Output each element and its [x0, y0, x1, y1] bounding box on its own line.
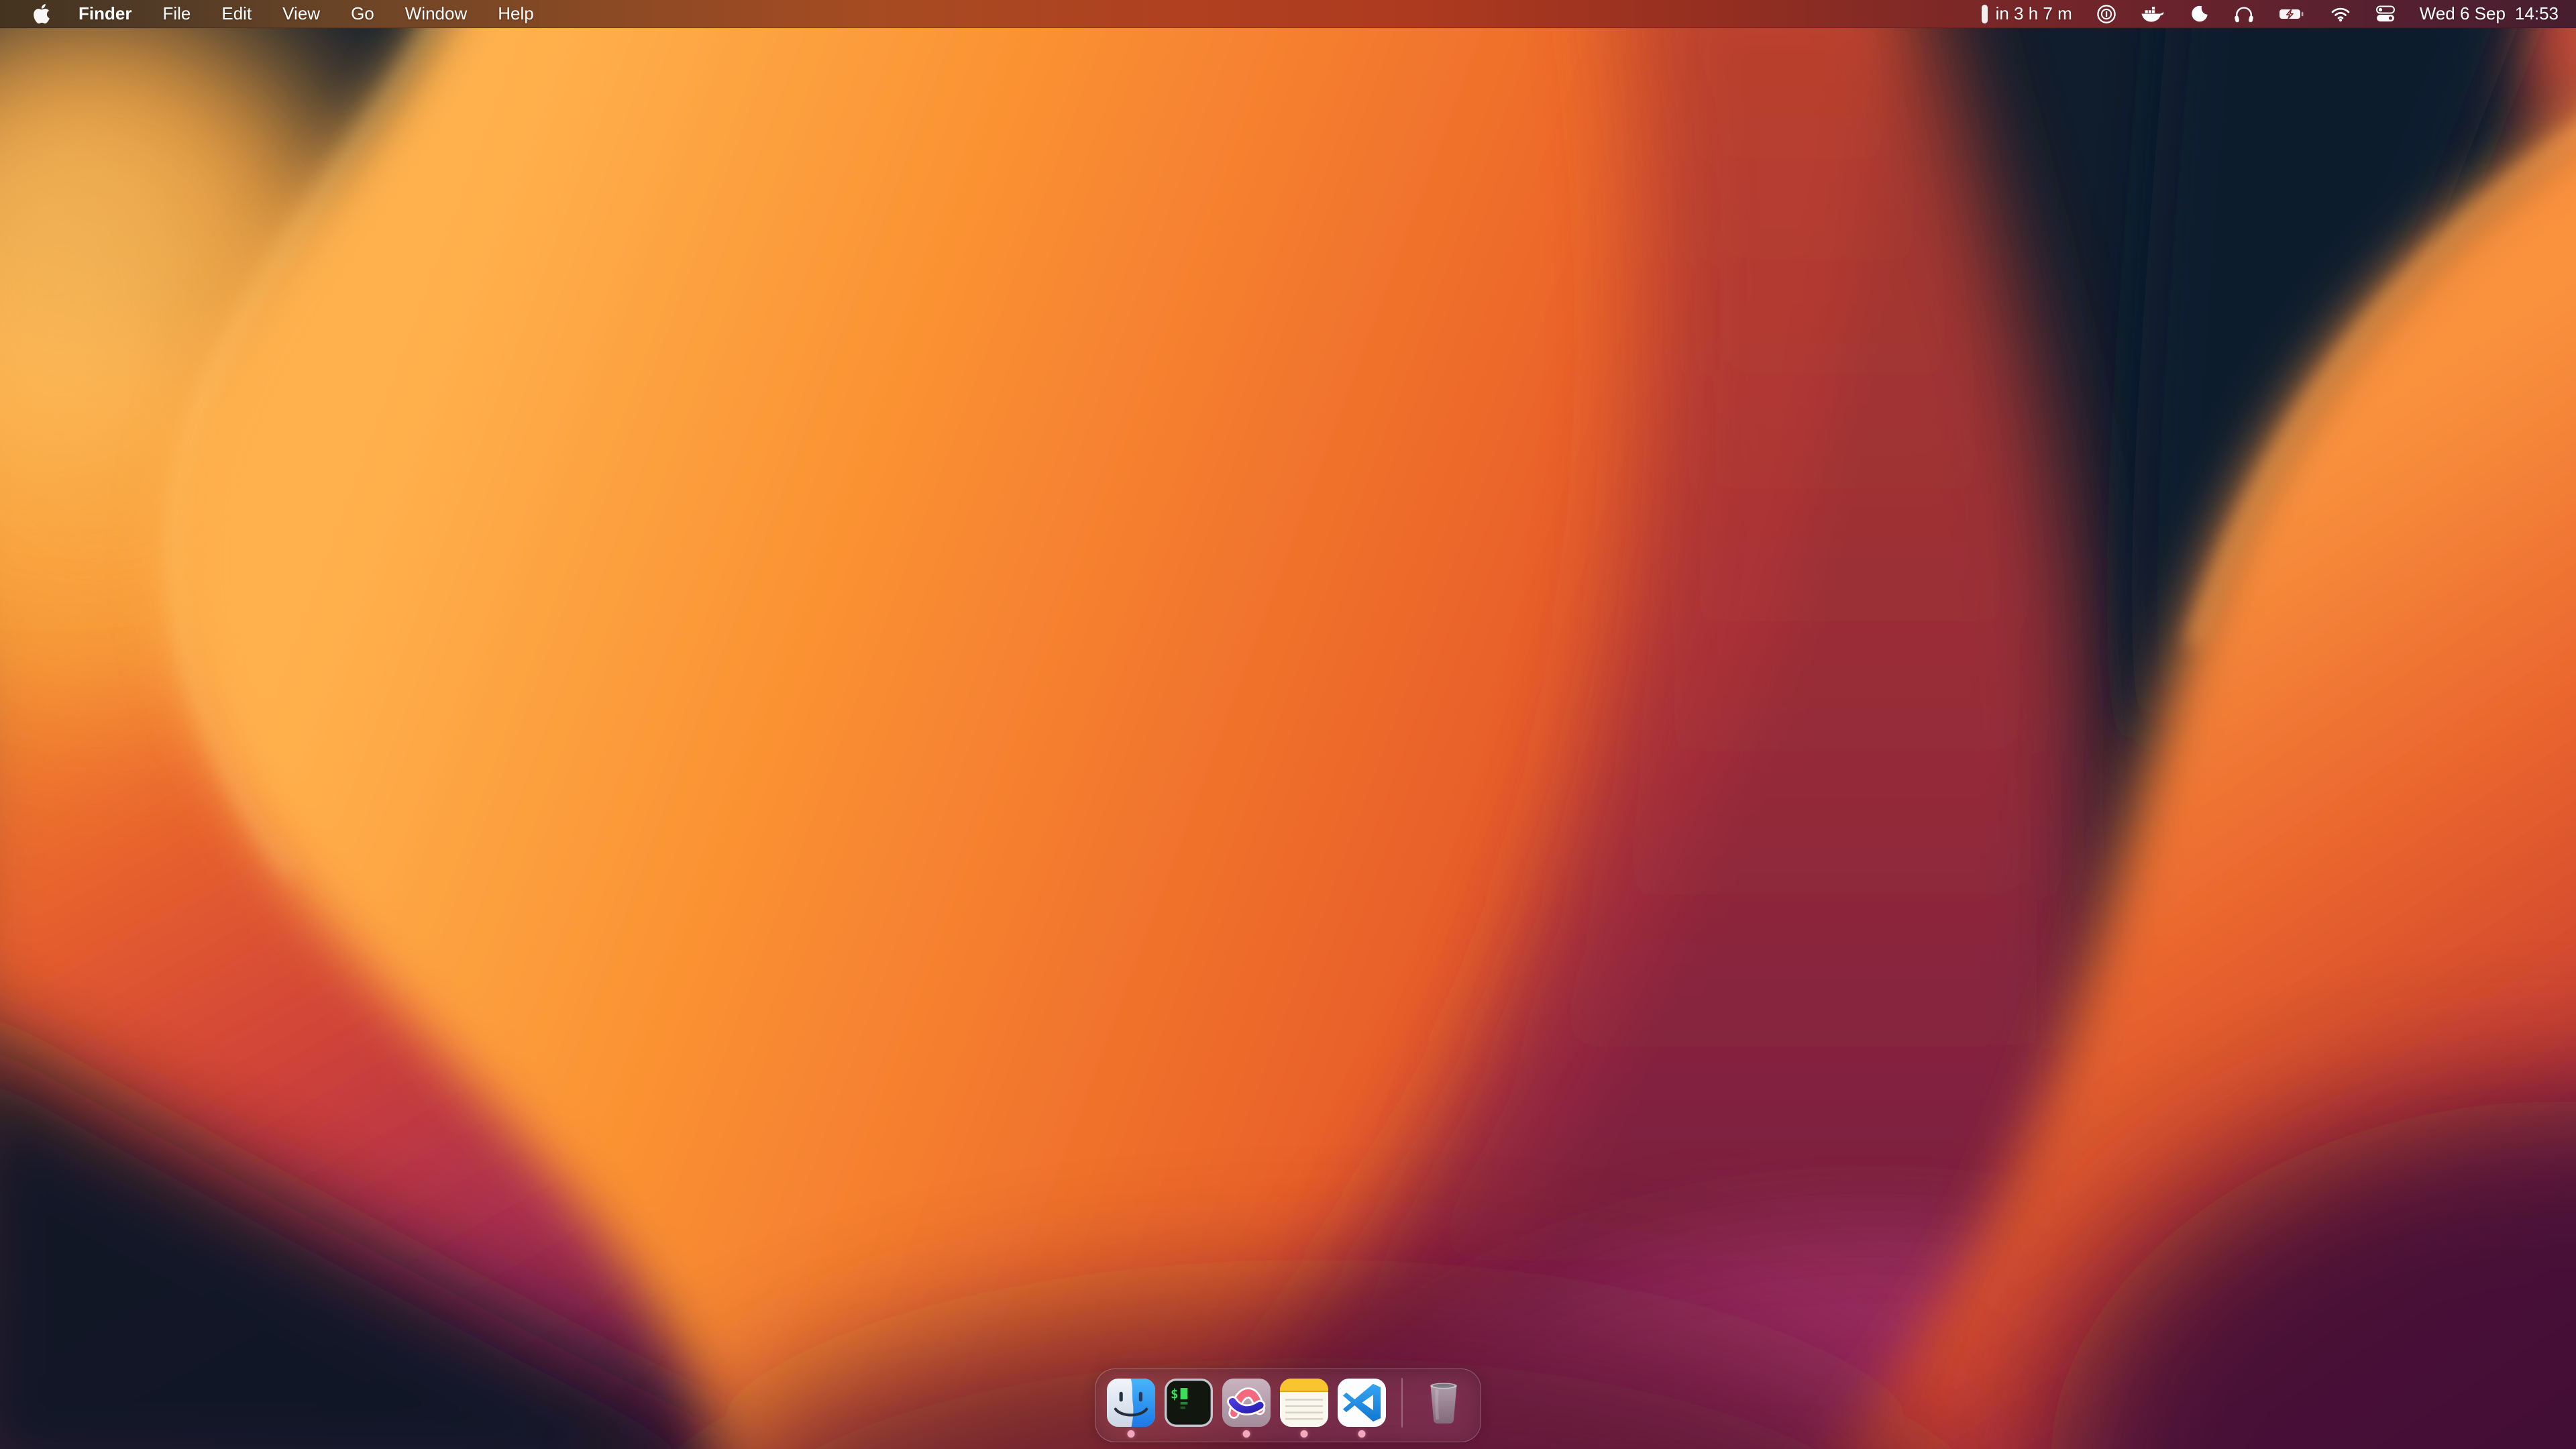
- focus-moon-icon: [2189, 4, 2209, 24]
- status-audio[interactable]: [2233, 0, 2255, 28]
- menu-bar-status: in 3 h 7 m: [1982, 0, 2559, 28]
- timer-capsule-icon: [1982, 5, 1988, 23]
- status-docker[interactable]: [2141, 0, 2165, 28]
- running-indicator: [1301, 1430, 1308, 1438]
- dock-vscode[interactable]: [1338, 1379, 1386, 1427]
- dock-finder[interactable]: [1107, 1379, 1155, 1427]
- menu-view[interactable]: View: [267, 0, 335, 28]
- active-app-menu[interactable]: Finder: [63, 0, 147, 28]
- onepassword-icon: [2096, 4, 2116, 24]
- terminal-icon: $: [1165, 1379, 1213, 1427]
- menu-file[interactable]: File: [147, 0, 206, 28]
- menu-window[interactable]: Window: [390, 0, 482, 28]
- dock-panel: $: [1095, 1368, 1481, 1442]
- arc-browser-icon: [1222, 1379, 1271, 1427]
- dock-arc-browser[interactable]: [1222, 1379, 1271, 1427]
- battery-charging-icon: [2279, 7, 2306, 21]
- dock-trash[interactable]: [1418, 1379, 1469, 1427]
- dock-terminal[interactable]: $: [1165, 1379, 1213, 1427]
- apple-menu[interactable]: [20, 0, 63, 28]
- status-timer[interactable]: in 3 h 7 m: [1982, 0, 2072, 28]
- menu-edit[interactable]: Edit: [206, 0, 267, 28]
- status-control-center[interactable]: [2375, 0, 2396, 28]
- apple-icon: [34, 4, 50, 23]
- wallpaper-ventura: [0, 0, 2576, 1449]
- control-center-icon: [2375, 5, 2396, 23]
- wifi-icon: [2330, 6, 2351, 22]
- docker-icon: [2141, 5, 2165, 23]
- clock-date: Wed 6 Sep: [2420, 3, 2506, 24]
- menu-go[interactable]: Go: [335, 0, 390, 28]
- dock-separator: [1401, 1378, 1403, 1428]
- vscode-icon: [1338, 1379, 1386, 1427]
- svg-text:$: $: [1171, 1386, 1179, 1401]
- status-battery[interactable]: [2279, 0, 2306, 28]
- status-1password[interactable]: [2096, 0, 2116, 28]
- running-indicator: [1128, 1430, 1135, 1438]
- finder-icon: [1107, 1379, 1155, 1427]
- running-indicator: [1358, 1430, 1366, 1438]
- clock-time: 14:53: [2515, 3, 2559, 24]
- status-focus[interactable]: [2189, 0, 2209, 28]
- menu-bar-left: Finder File Edit View Go Window Help: [20, 0, 549, 28]
- menu-bar-clock[interactable]: Wed 6 Sep 14:53: [2420, 0, 2559, 28]
- status-timer-label: in 3 h 7 m: [1996, 3, 2072, 24]
- trash-icon: [1423, 1379, 1464, 1426]
- menu-bar: Finder File Edit View Go Window Help in …: [0, 0, 2576, 28]
- menu-help[interactable]: Help: [482, 0, 549, 28]
- running-indicator: [1243, 1430, 1250, 1438]
- dock-notes[interactable]: [1280, 1379, 1328, 1427]
- status-wifi[interactable]: [2330, 0, 2351, 28]
- headphones-icon: [2233, 4, 2255, 24]
- desktop: Finder File Edit View Go Window Help in …: [0, 0, 2576, 1449]
- dock: $: [1095, 1368, 1481, 1442]
- notes-icon: [1280, 1379, 1328, 1427]
